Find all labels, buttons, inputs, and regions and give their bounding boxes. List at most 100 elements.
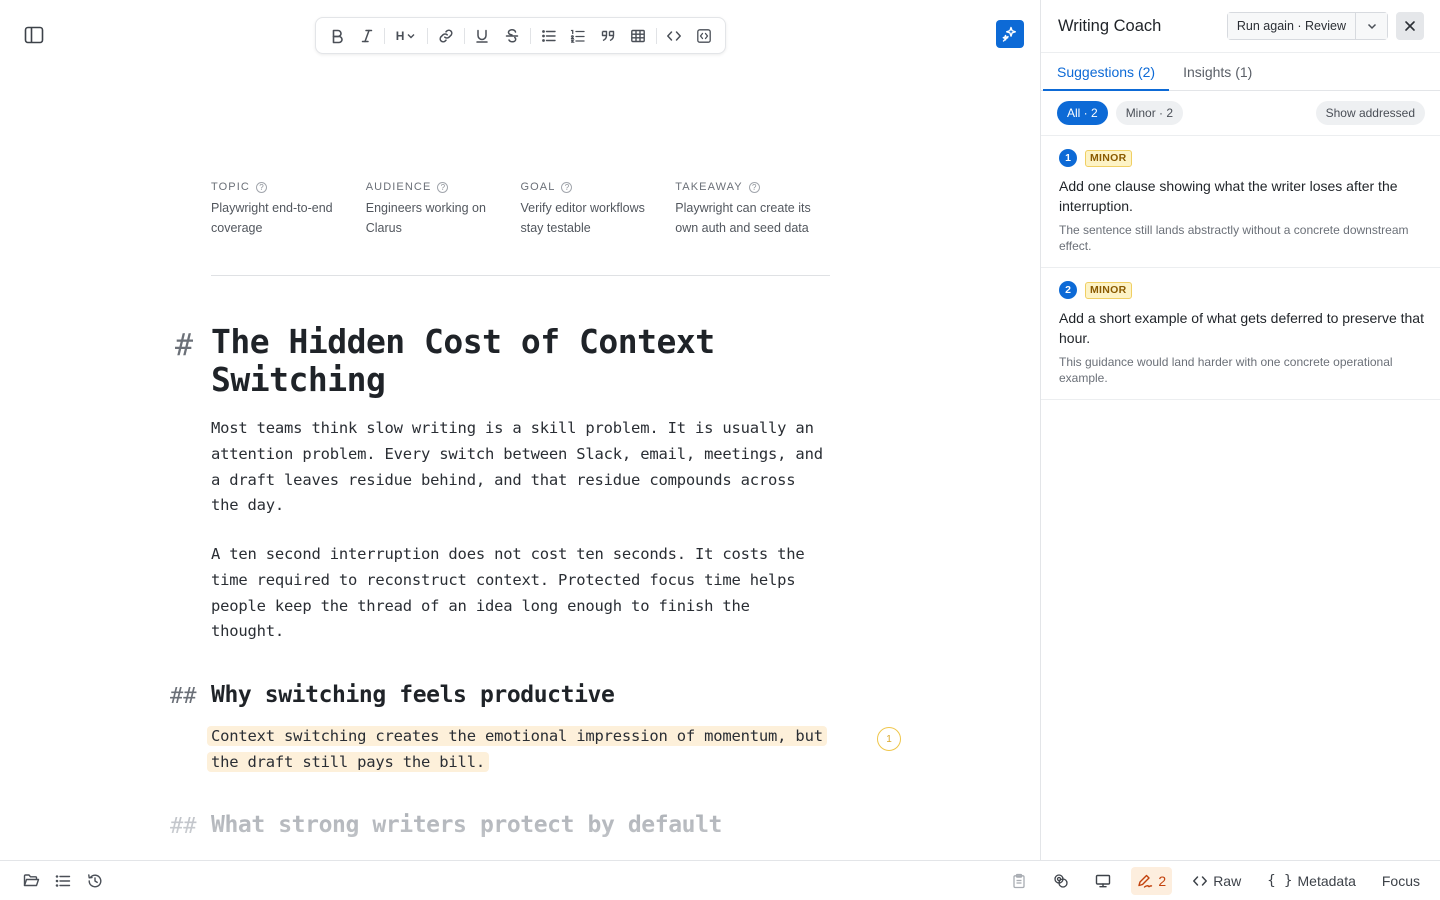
- metadata-divider: [211, 275, 830, 276]
- suggestion-title: Add one clause showing what the writer l…: [1059, 178, 1398, 214]
- code-block-button[interactable]: [689, 23, 719, 49]
- metadata-value[interactable]: Engineers working on Clarus: [366, 198, 509, 238]
- help-icon[interactable]: ?: [561, 181, 573, 193]
- chevron-down-icon: [407, 33, 415, 38]
- history-icon: [88, 873, 102, 887]
- suggestion-marker[interactable]: 1: [877, 727, 901, 751]
- coach-suggestions-toggle[interactable]: 2: [1131, 867, 1173, 895]
- suggestion-description: This guidance would land harder with one…: [1059, 355, 1393, 385]
- focus-mode-button[interactable]: Focus: [1376, 867, 1426, 895]
- toolbar-separator: [463, 27, 465, 44]
- filter-minor[interactable]: Minor · 2: [1115, 101, 1184, 125]
- strikethrough-icon: [505, 28, 519, 43]
- toolbar-separator: [384, 27, 386, 44]
- metadata-takeaway: TAKEAWAY? Playwright can create its own …: [675, 178, 830, 238]
- suggestion-card[interactable]: 1 MINOR Add one clause showing what the …: [1041, 136, 1440, 268]
- link-button[interactable]: [431, 23, 461, 49]
- quote-icon: [601, 30, 615, 41]
- folder-icon: [23, 874, 39, 887]
- help-icon[interactable]: ?: [748, 181, 760, 193]
- references-button[interactable]: [1047, 867, 1075, 895]
- show-addressed-toggle[interactable]: Show addressed: [1315, 101, 1425, 125]
- close-icon: [1405, 21, 1415, 31]
- coach-header: Writing Coach Run again · Review: [1041, 0, 1440, 53]
- suggestion-filters: All · 2 Minor · 2 Show addressed: [1041, 91, 1440, 136]
- metadata-label: AUDIENCE: [365, 181, 432, 193]
- monitor-icon: [1096, 874, 1111, 888]
- copy-button[interactable]: [1005, 867, 1033, 895]
- close-panel-button[interactable]: [1396, 12, 1424, 40]
- document-title[interactable]: The Hidden Cost of Context Switching: [211, 323, 831, 399]
- braces-icon: { }: [1267, 873, 1293, 889]
- section-heading[interactable]: Why switching feels productive: [211, 682, 615, 708]
- suggestion-number: 2: [1059, 281, 1077, 299]
- heading-2-marker: ##: [170, 814, 197, 839]
- section-heading[interactable]: What strong writers protect by default: [211, 812, 722, 838]
- writing-coach-button[interactable]: [996, 20, 1024, 48]
- inline-code-button[interactable]: [660, 23, 690, 49]
- formatting-toolbar: H: [315, 17, 726, 54]
- pen-icon: [1138, 874, 1153, 888]
- underline-button[interactable]: [468, 23, 498, 49]
- metadata-value[interactable]: Verify editor workflows stay testable: [521, 198, 664, 238]
- bold-button[interactable]: [322, 23, 352, 49]
- paragraph[interactable]: Most teams think slow writing is a skill…: [211, 416, 829, 519]
- heading-2-marker: ##: [170, 684, 197, 709]
- history-button[interactable]: [85, 871, 105, 891]
- paragraph[interactable]: A ten second interruption does not cost …: [211, 542, 829, 645]
- coach-title: Writing Coach: [1058, 16, 1162, 35]
- toolbar-separator: [529, 27, 531, 44]
- editor-pane: H TOPIC ? Playwright end-to-end coverage…: [0, 0, 1040, 860]
- italic-icon: [361, 29, 372, 42]
- sparkle-icon: [1002, 26, 1016, 42]
- filter-all[interactable]: All · 2: [1057, 101, 1108, 125]
- highlighted-paragraph[interactable]: Context switching creates the emotional …: [207, 724, 829, 776]
- bullet-list-button[interactable]: [534, 23, 564, 49]
- quote-button[interactable]: [593, 23, 623, 49]
- italic-button[interactable]: [352, 23, 382, 49]
- files-button[interactable]: [21, 871, 41, 891]
- help-icon[interactable]: ?: [255, 181, 267, 193]
- clipboard-icon: [1013, 873, 1026, 889]
- metadata-audience: AUDIENCE? Engineers working on Clarus: [366, 178, 521, 238]
- writing-coach-panel: Writing Coach Run again · Review Suggest…: [1040, 0, 1440, 860]
- code-icon: [1193, 876, 1208, 886]
- suggestion-title: Add a short example of what gets deferre…: [1059, 310, 1424, 346]
- bullet-list-icon: [541, 29, 556, 42]
- metadata-label: Metadata: [1297, 873, 1356, 889]
- tab-insights[interactable]: Insights (1): [1169, 53, 1266, 90]
- sidebar-toggle-icon: [24, 26, 44, 44]
- metadata-label: TAKEAWAY: [675, 181, 743, 193]
- outline-icon: [55, 874, 71, 887]
- focus-label: Focus: [1381, 873, 1420, 889]
- run-again-group: Run again · Review: [1226, 12, 1388, 40]
- raw-view-button[interactable]: Raw: [1186, 867, 1247, 895]
- coach-tabs: Suggestions (2) Insights (1): [1041, 53, 1440, 91]
- metadata-value[interactable]: Playwright end-to-end coverage: [211, 198, 354, 238]
- metadata-button[interactable]: { } Metadata: [1261, 867, 1362, 895]
- run-again-button[interactable]: Run again · Review: [1227, 13, 1355, 39]
- underline-icon: [476, 29, 489, 43]
- metadata-value[interactable]: Playwright can create its own auth and s…: [675, 198, 818, 238]
- code-icon: [667, 30, 682, 41]
- toolbar-separator: [426, 27, 428, 44]
- table-button[interactable]: [623, 23, 653, 49]
- heading-1-marker: #: [175, 328, 194, 363]
- help-icon[interactable]: ?: [437, 181, 449, 193]
- strikethrough-button[interactable]: [497, 23, 527, 49]
- outline-button[interactable]: [53, 871, 73, 891]
- suggestion-highlight[interactable]: Context switching creates the emotional …: [207, 726, 827, 772]
- raw-label: Raw: [1213, 873, 1242, 889]
- preview-button[interactable]: [1089, 867, 1117, 895]
- suggestion-card[interactable]: 2 MINOR Add a short example of what gets…: [1041, 268, 1440, 400]
- severity-badge: MINOR: [1085, 281, 1132, 299]
- suggestion-description: The sentence still lands abstractly with…: [1059, 223, 1409, 253]
- heading-dropdown[interactable]: H: [388, 23, 424, 49]
- status-bar: 2 Raw { } Metadata Focus: [0, 860, 1440, 900]
- sidebar-toggle-button[interactable]: [22, 24, 46, 46]
- tab-suggestions[interactable]: Suggestions (2): [1043, 53, 1170, 91]
- metadata-goal: GOAL? Verify editor workflows stay testa…: [521, 178, 676, 238]
- suggestion-number: 1: [1059, 149, 1077, 167]
- run-options-button[interactable]: [1355, 13, 1387, 39]
- numbered-list-button[interactable]: [564, 23, 594, 49]
